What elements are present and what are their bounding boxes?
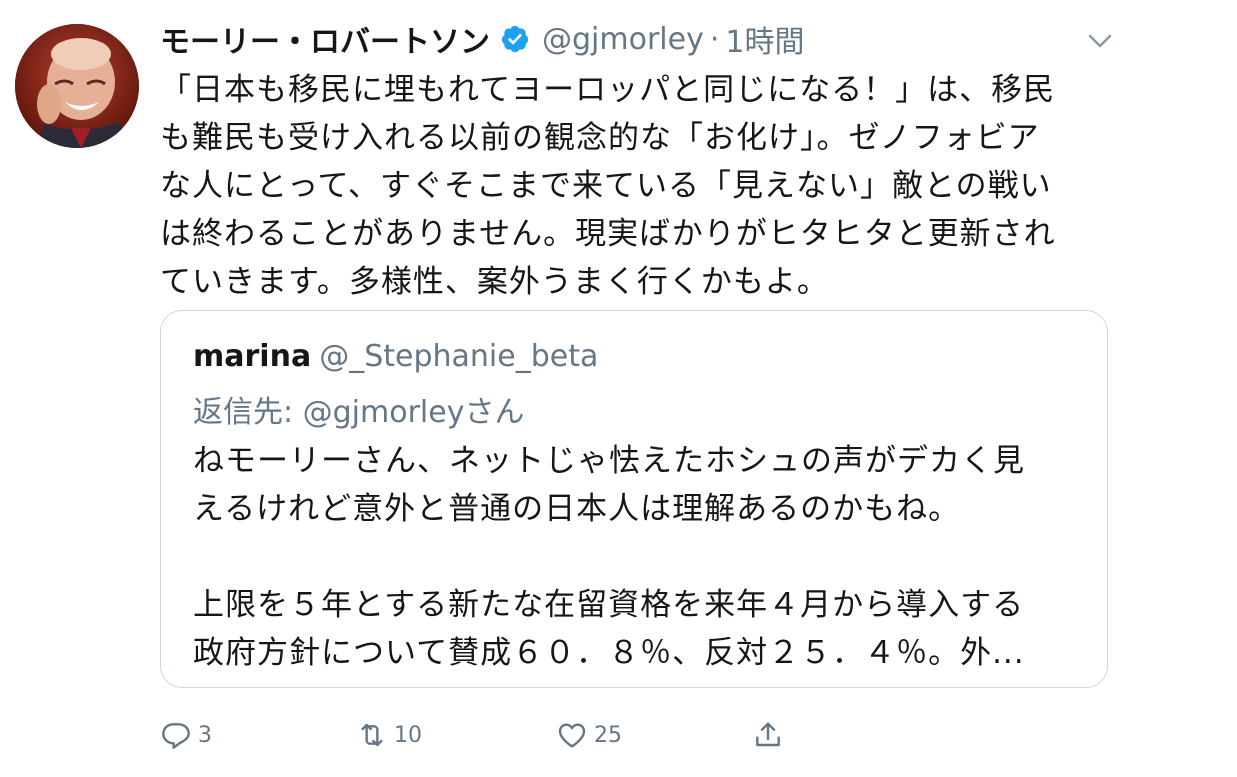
tweet-text-line: ていきます。多様性、案外うまく行くかもよ。 [160, 264, 829, 300]
tweet-actions: 3 10 25 [160, 719, 800, 755]
verified-badge-icon [500, 24, 530, 54]
quoted-tweet-header: marina @_Stephanie_beta [193, 339, 598, 374]
quoted-author-name: marina [193, 339, 312, 374]
reply-to-label: 返信先: @gjmorleyさん [193, 395, 525, 430]
tweet[interactable]: モーリー・ロバートソン @gjmorley · 1時間 「日本も移民に埋もれてヨ… [160, 14, 1115, 749]
tweet-text: 「日本も移民に埋もれてヨーロッパと同じになる！」は、移民 も難民も受け入れる以前… [160, 66, 1115, 306]
heart-icon [558, 723, 586, 748]
like-button[interactable]: 25 [556, 719, 622, 751]
author-handle[interactable]: @gjmorley [542, 22, 704, 57]
chevron-down-icon[interactable] [1085, 26, 1115, 56]
retweet-count: 10 [394, 722, 422, 748]
tweet-text-line: 「日本も移民に埋もれてヨーロッパと同じになる！」は、移民 [160, 72, 1056, 108]
reply-button[interactable]: 3 [160, 719, 212, 751]
quoted-text-line: 政府方針について賛成６０．８％、反対２５．４％。外... [193, 635, 1025, 671]
reply-count: 3 [198, 722, 212, 748]
quoted-text-line [193, 533, 1025, 581]
retweet-button[interactable]: 10 [356, 719, 422, 751]
quoted-tweet-text: ねモーリーさん、ネットじゃ怯えたホシュの声がデカく見 えるけれど意外と普通の日本… [193, 437, 1025, 677]
quoted-text-line: ねモーリーさん、ネットじゃ怯えたホシュの声がデカく見 [193, 443, 1025, 479]
tweet-text-line: な人にとって、すぐそこまで来ている「見えない」敵との戦い [160, 168, 1052, 204]
quoted-tweet[interactable]: marina @_Stephanie_beta 返信先: @gjmorleyさん … [160, 310, 1108, 688]
tweet-text-line: は終わることがありません。現実ばかりがヒタヒタと更新され [160, 216, 1056, 252]
like-count: 25 [594, 722, 622, 748]
share-icon [756, 722, 780, 747]
separator: · [709, 21, 720, 57]
quoted-text-line: えるけれど意外と普通の日本人は理解あるのかもね。 [193, 491, 961, 527]
tweet-text-line: も難民も受け入れる以前の観念的な「お化け」。ゼノフォビア [160, 120, 1040, 156]
share-button[interactable] [752, 719, 790, 751]
retweet-icon [361, 723, 383, 747]
quoted-text-line: 上限を５年とする新たな在留資格を来年４月から導入する [193, 587, 1025, 623]
author-avatar[interactable] [15, 24, 139, 148]
tweet-time[interactable]: 1時間 [725, 17, 804, 61]
quoted-author-handle: @_Stephanie_beta [319, 339, 599, 374]
author-name[interactable]: モーリー・ロバートソン [160, 17, 490, 61]
avatar-image [15, 24, 139, 148]
reply-icon [162, 723, 190, 749]
tweet-header: モーリー・ロバートソン @gjmorley · 1時間 [160, 14, 1115, 64]
